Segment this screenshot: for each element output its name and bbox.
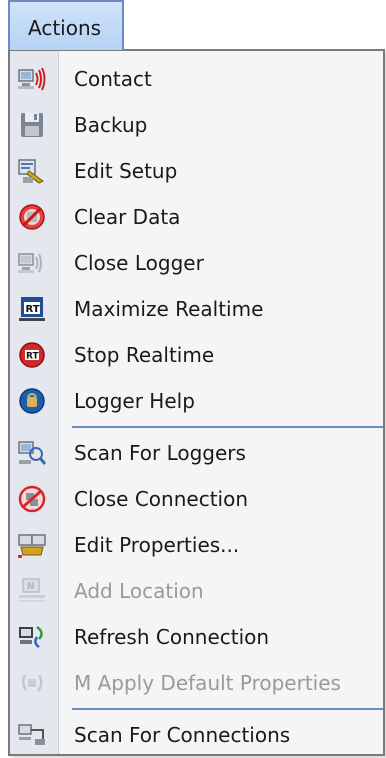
stop-realtime-icon: RT (19, 342, 45, 368)
menu-item-label: Contact (74, 67, 152, 91)
scan-connections-icon (18, 724, 45, 745)
add-location-icon: N (19, 578, 45, 602)
menu-item-scan-for-loggers[interactable]: Scan For Loggers (10, 430, 383, 476)
menu-separator (72, 708, 383, 710)
edit-properties-icon (18, 534, 46, 558)
apply-defaults-icon (22, 674, 43, 692)
refresh-connection-icon (19, 626, 43, 649)
menu-item-maximize-realtime[interactable]: RT Maximize Realtime (10, 286, 383, 332)
menu-item-label: Clear Data (74, 205, 181, 229)
actions-menu-title: Actions (28, 16, 102, 40)
menu-separator (72, 426, 383, 428)
menu-item-clear-data[interactable]: Clear Data (10, 194, 383, 240)
close-connection-icon (18, 485, 46, 513)
actions-menu-header[interactable]: Actions (8, 0, 124, 50)
svg-text:RT: RT (26, 352, 40, 362)
menu-item-label: Close Logger (74, 251, 204, 275)
menu-item-close-connection[interactable]: Close Connection (10, 476, 383, 522)
svg-text:RT: RT (26, 304, 40, 315)
actions-dropdown: Contact Backup Edit Setup Clear Data Clo… (8, 49, 385, 756)
menu-item-label: Backup (74, 113, 148, 137)
edit-setup-icon (18, 159, 44, 184)
menu-item-label: Edit Setup (74, 159, 178, 183)
menu-item-edit-properties[interactable]: Edit Properties... (10, 522, 383, 568)
scan-loggers-icon (18, 441, 47, 465)
menu-item-scan-for-connections[interactable]: Scan For Connections (10, 712, 383, 758)
menu-item-label: Edit Properties... (74, 533, 240, 557)
menu-item-stop-realtime[interactable]: RT Stop Realtime (10, 332, 383, 378)
menu-item-label: Refresh Connection (74, 625, 270, 649)
menu-item-label: Logger Help (74, 389, 195, 413)
menu-item-contact[interactable]: Contact (10, 56, 383, 102)
computer-signal-off-icon (18, 253, 42, 273)
menu-item-label: Close Connection (74, 487, 249, 511)
realtime-window-icon: RT (19, 297, 45, 321)
menu-item-label: Scan For Loggers (74, 441, 246, 465)
help-icon (19, 388, 45, 414)
menu-item-label: Stop Realtime (74, 343, 215, 367)
menu-item-logger-help[interactable]: Logger Help (10, 378, 383, 424)
svg-text:N: N (27, 582, 35, 592)
menu-item-edit-setup[interactable]: Edit Setup (10, 148, 383, 194)
computer-signal-icon (18, 67, 46, 91)
floppy-disk-icon (21, 113, 43, 137)
menu-item-close-logger[interactable]: Close Logger (10, 240, 383, 286)
menu-item-label: Add Location (74, 579, 204, 603)
clear-data-icon (19, 204, 45, 230)
menu-item-label: M Apply Default Properties (74, 671, 341, 695)
menu-item-refresh-connection[interactable]: Refresh Connection (10, 614, 383, 660)
menu-item-label: Scan For Connections (74, 723, 291, 747)
menu-item-add-location[interactable]: N Add Location (10, 568, 383, 614)
menu-item-label: Maximize Realtime (74, 297, 264, 321)
menu-item-backup[interactable]: Backup (10, 102, 383, 148)
menu-item-apply-default-properties[interactable]: M Apply Default Properties (10, 660, 383, 706)
